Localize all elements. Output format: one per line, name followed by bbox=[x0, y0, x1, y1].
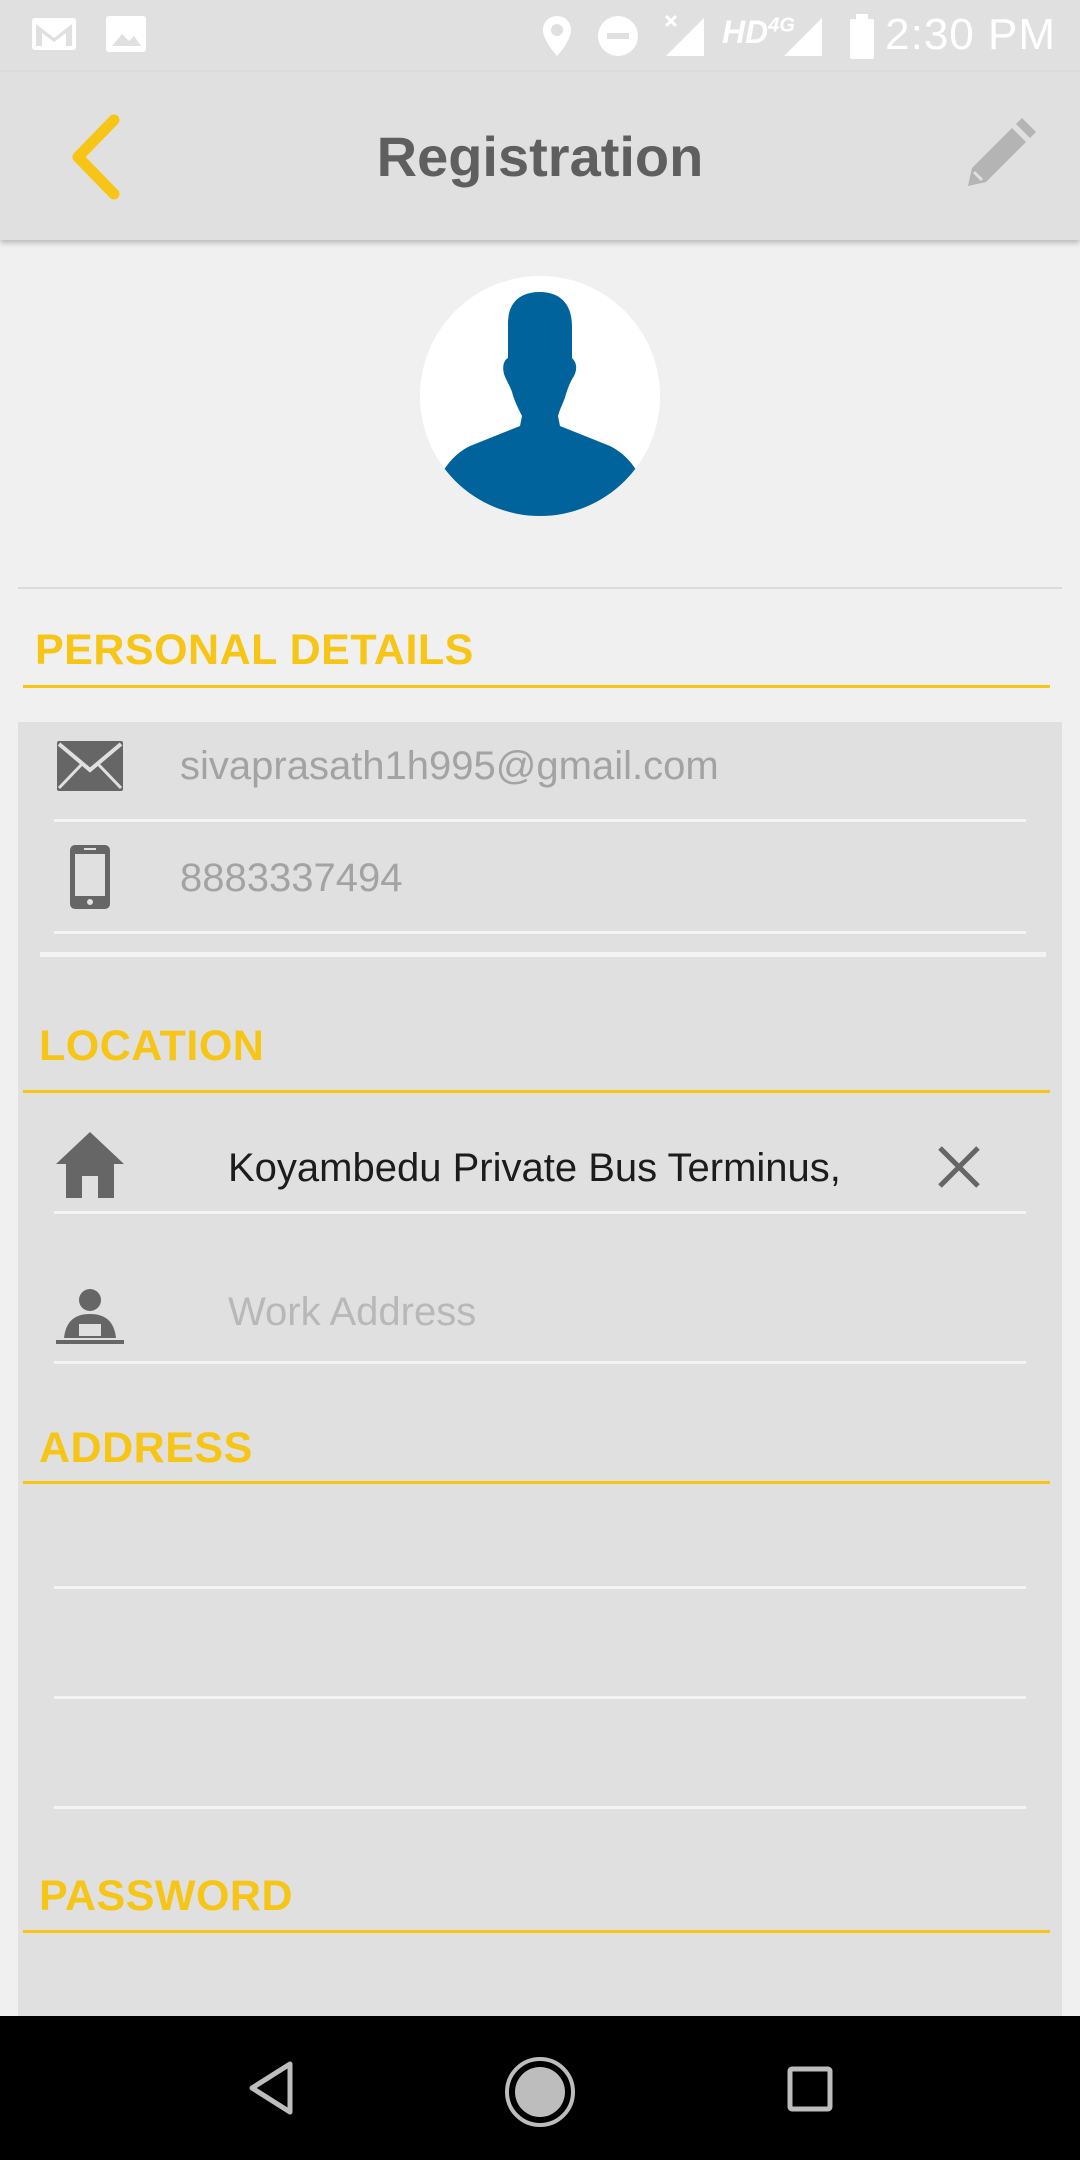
do-not-disturb-icon bbox=[598, 16, 638, 56]
section-underline bbox=[23, 1481, 1050, 1484]
section-underline bbox=[23, 1090, 1050, 1093]
avatar[interactable] bbox=[420, 276, 660, 516]
back-triangle-icon[interactable] bbox=[246, 2060, 296, 2116]
personal-details-heading: PERSONAL DETAILS bbox=[35, 626, 474, 674]
home-address-field[interactable]: Koyambedu Private Bus Terminus, bbox=[228, 1146, 841, 1191]
divider bbox=[40, 952, 1046, 957]
status-time: 2:30 PM bbox=[885, 10, 1056, 59]
work-address-field[interactable]: Work Address bbox=[228, 1290, 476, 1335]
app-bar: Registration bbox=[0, 72, 1080, 240]
email-icon bbox=[57, 741, 123, 791]
location-icon bbox=[543, 16, 571, 56]
battery-icon bbox=[850, 14, 874, 59]
password-heading: PASSWORD bbox=[39, 1872, 294, 1920]
person-silhouette-icon bbox=[440, 292, 640, 516]
section-underline bbox=[23, 685, 1050, 688]
recents-square-icon[interactable] bbox=[787, 2066, 833, 2112]
status-bar: HD4G 2:30 PM bbox=[0, 0, 1080, 72]
field-underline bbox=[54, 1696, 1026, 1699]
home-icon bbox=[56, 1132, 124, 1198]
field-underline bbox=[54, 1586, 1026, 1589]
form-card bbox=[18, 722, 1062, 2022]
gmail-icon bbox=[32, 18, 76, 50]
pencil-icon[interactable] bbox=[958, 116, 1038, 196]
field-underline bbox=[54, 931, 1026, 934]
address-heading: ADDRESS bbox=[39, 1424, 253, 1472]
phone-field[interactable]: 8883337494 bbox=[180, 856, 402, 901]
divider bbox=[18, 587, 1062, 589]
phone-icon bbox=[70, 845, 110, 909]
field-underline bbox=[54, 1361, 1026, 1364]
close-icon[interactable] bbox=[936, 1144, 982, 1190]
address-line-2-input[interactable] bbox=[54, 1610, 1026, 1696]
address-line-3-input[interactable] bbox=[54, 1720, 1026, 1806]
navigation-bar bbox=[0, 2016, 1080, 2160]
work-person-icon bbox=[56, 1289, 124, 1344]
page-title: Registration bbox=[376, 125, 704, 188]
field-underline bbox=[54, 1211, 1026, 1214]
signal-icon bbox=[784, 18, 822, 56]
email-field[interactable]: sivaprasath1h995@gmail.com bbox=[180, 744, 719, 789]
home-circle-icon[interactable] bbox=[504, 2056, 576, 2128]
gallery-icon bbox=[106, 16, 146, 52]
address-line-1-input[interactable] bbox=[54, 1500, 1026, 1586]
section-underline bbox=[23, 1930, 1050, 1933]
field-underline bbox=[54, 819, 1026, 822]
field-underline bbox=[54, 1806, 1026, 1809]
signal-no-data-icon bbox=[664, 14, 704, 56]
location-heading: LOCATION bbox=[39, 1022, 265, 1070]
